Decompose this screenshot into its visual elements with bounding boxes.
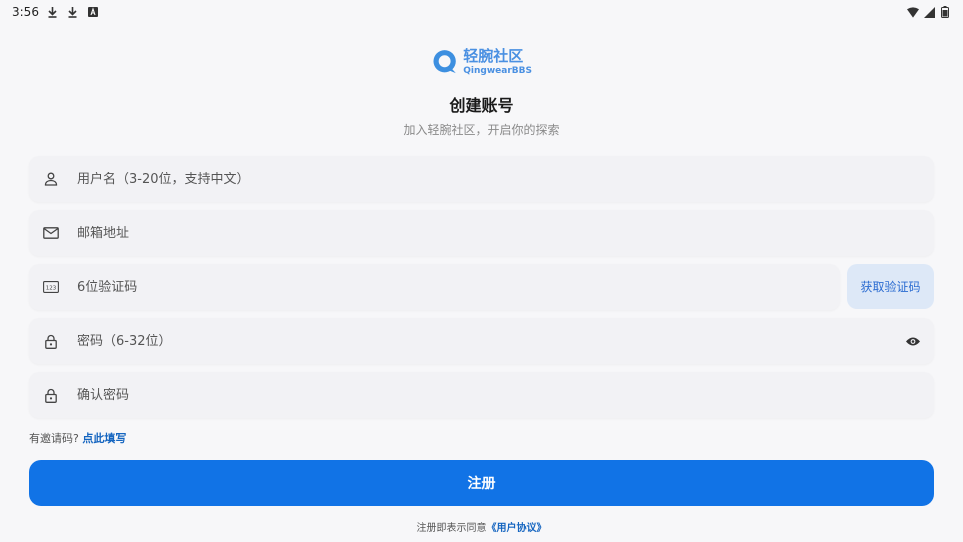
page-subtitle: 加入轻腕社区，开启你的探索 [403, 123, 560, 137]
agreement-row: 注册即表示同意《用户协议》 [0, 519, 963, 534]
status-right [907, 6, 963, 18]
lock-icon [43, 333, 59, 349]
username-input[interactable] [77, 171, 934, 187]
logo-text: 轻腕社区 QingwearBBS [463, 46, 532, 76]
download-icon [67, 6, 79, 18]
logo-title: 轻腕社区 [463, 46, 524, 65]
person-icon [43, 171, 59, 187]
password-input[interactable] [77, 333, 904, 349]
invite-prompt: 有邀请码? [29, 432, 79, 445]
invite-link[interactable]: 点此填写 [82, 432, 126, 445]
logo-bubble-icon [433, 50, 456, 74]
get-code-button[interactable]: 获取验证码 [847, 264, 934, 309]
register-page: 3:56 轻腕社区 QingwearBBS 创建账号 加入轻腕社区，开启你的探索… [0, 0, 963, 542]
register-button[interactable]: 注册 [29, 460, 934, 506]
download-icon [47, 6, 59, 18]
confirm-password-input[interactable] [77, 387, 934, 403]
invite-row: 有邀请码? 点此填写 [29, 430, 126, 446]
app-logo: 轻腕社区 QingwearBBS [432, 42, 532, 82]
username-field[interactable] [29, 156, 934, 202]
code-input[interactable] [77, 279, 840, 295]
status-bar: 3:56 [0, 0, 963, 24]
email-input[interactable] [77, 225, 934, 241]
user-agreement-link[interactable]: 《用户协议》 [487, 523, 547, 534]
lock-icon [43, 387, 59, 403]
email-field[interactable] [29, 210, 934, 256]
mail-icon [43, 225, 59, 241]
page-title: 创建账号 [449, 96, 514, 115]
text-a-icon [87, 6, 99, 18]
agreement-prefix: 注册即表示同意 [416, 523, 487, 534]
password-field[interactable] [29, 318, 934, 364]
logo-subtitle: QingwearBBS [463, 65, 532, 76]
eye-icon[interactable] [904, 332, 922, 350]
status-time: 3:56 [12, 5, 39, 19]
confirm-password-field[interactable] [29, 372, 934, 418]
numeric-123-icon: 123 [43, 279, 59, 295]
svg-text:123: 123 [46, 285, 57, 291]
battery-icon [939, 6, 951, 18]
code-field[interactable]: 123 [29, 264, 840, 310]
signal-icon [923, 6, 935, 18]
wifi-icon [907, 6, 919, 18]
status-left: 3:56 [0, 5, 99, 19]
